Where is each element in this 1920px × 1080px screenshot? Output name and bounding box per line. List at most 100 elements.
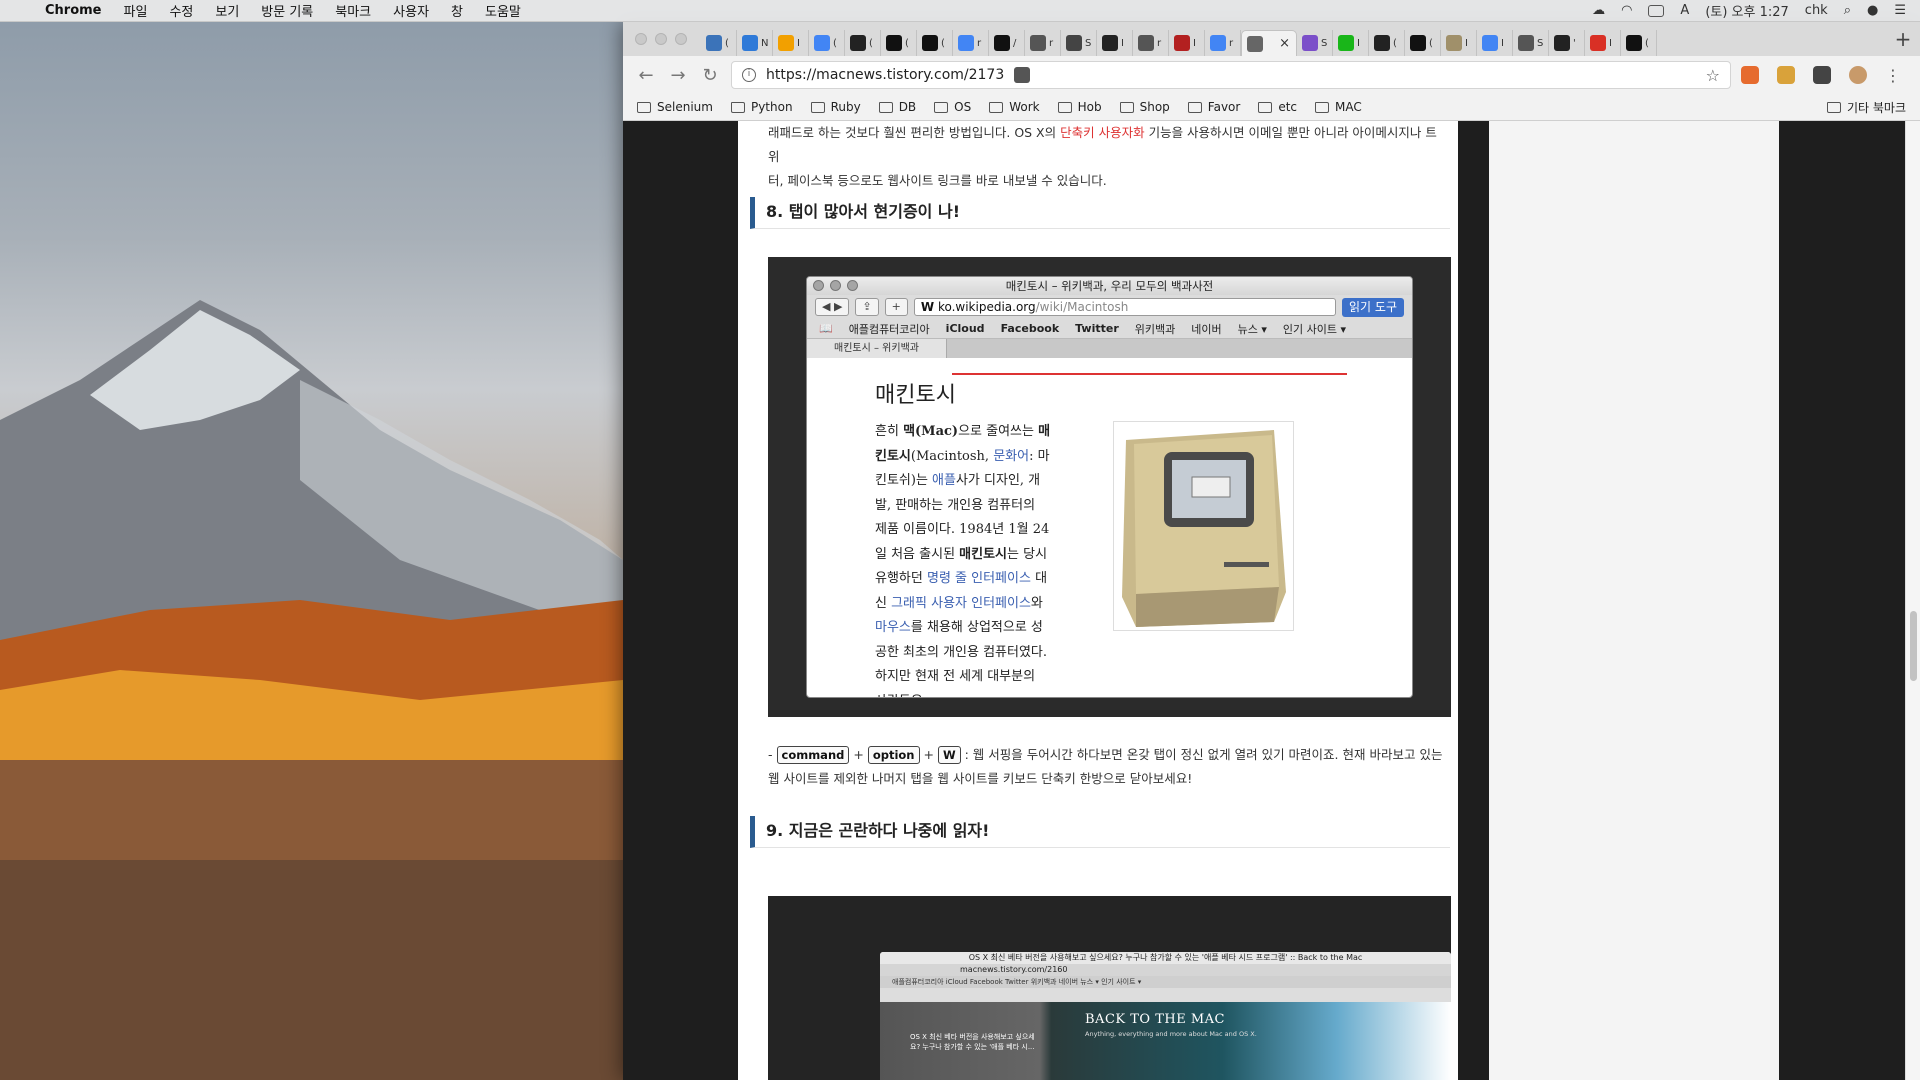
menu-history[interactable]: 방문 기록 [250, 1, 324, 20]
folder-icon [810, 101, 825, 113]
bookmark-label: 기타 북마크 [1846, 100, 1906, 115]
menu-view[interactable]: 보기 [204, 1, 250, 20]
browser-tab[interactable]: I [1169, 30, 1205, 56]
sidebar [1489, 121, 1779, 1080]
url-text[interactable]: https://macnews.tistory.com/2173 [766, 67, 1004, 83]
extension-icon[interactable] [1777, 66, 1795, 84]
browser-tab[interactable]: I [1097, 30, 1133, 56]
browser-tab[interactable]: / [989, 30, 1025, 56]
tab-label: I [1501, 37, 1504, 49]
mini-left-text: OS X 최신 베타 버전을 사용해보고 싶으세요? 누구나 참가할 수 있는 … [910, 1033, 1035, 1051]
browser-tab[interactable]: r [1025, 30, 1061, 56]
bookmark-folder[interactable]: Favor [1187, 100, 1240, 114]
browser-tab[interactable]: S [1297, 30, 1333, 56]
mini-window-title: OS X 최신 베타 버전을 사용해보고 싶으세요? 누구나 참가할 수 있는 … [880, 952, 1451, 964]
menu-help[interactable]: 도움말 [474, 1, 532, 20]
back-arrow-icon[interactable]: ← [635, 65, 657, 86]
wiki-text: 흔히 [875, 424, 904, 439]
browser-tab[interactable]: ( [701, 30, 737, 56]
menu-bar: Chrome 파일 수정 보기 방문 기록 북마크 사용자 창 도움말 ☁ ◠ … [0, 0, 1920, 22]
bookmark-folder[interactable]: etc [1258, 100, 1297, 114]
kbd-w: W [937, 746, 961, 764]
profile-avatar[interactable] [1849, 66, 1867, 84]
bookmark-star-icon[interactable]: ☆ [1706, 66, 1720, 85]
browser-tab[interactable]: I [773, 30, 809, 56]
reload-icon[interactable]: ↻ [699, 65, 721, 86]
globe-icon [742, 35, 758, 51]
spotlight-search-icon[interactable]: ⌕ [1844, 3, 1851, 18]
google-icon [814, 35, 830, 51]
browser-tab[interactable]: ( [1405, 30, 1441, 56]
menu-dots-icon[interactable]: ⋮ [1885, 66, 1901, 85]
browser-tab[interactable]: ' [1549, 30, 1585, 56]
browser-tab[interactable]: r [953, 30, 989, 56]
bookmark-folder[interactable]: OS [934, 100, 971, 114]
browser-tab[interactable]: I [1333, 30, 1369, 56]
browser-tab[interactable]: r [1133, 30, 1169, 56]
browser-tab[interactable]: ( [1621, 30, 1657, 56]
bookmark-folder[interactable]: Work [989, 100, 1040, 114]
menu-window[interactable]: 창 [440, 1, 474, 20]
browser-tab[interactable]: r [1205, 30, 1241, 56]
tab-label: ( [833, 37, 837, 49]
close-window-button[interactable] [635, 33, 647, 45]
new-tab-button[interactable]: + [1886, 27, 1920, 51]
browser-tab[interactable]: ( [881, 30, 917, 56]
notification-center-icon[interactable]: ☰ [1894, 3, 1906, 18]
minimize-window-button[interactable] [655, 33, 667, 45]
bookmark-label: OS [954, 100, 972, 114]
menu-people[interactable]: 사용자 [382, 1, 440, 20]
scrollbar[interactable] [1905, 121, 1920, 1080]
menu-bookmarks[interactable]: 북마크 [324, 1, 382, 20]
bookmark-folder[interactable]: DB [878, 100, 916, 114]
user-name[interactable]: chk [1805, 3, 1828, 18]
bookmark-folder[interactable]: Shop [1119, 100, 1170, 114]
extension-icons: ⋮ [1741, 66, 1915, 85]
loading-progress-bar [952, 373, 1347, 375]
scrollbar-thumb[interactable] [1910, 611, 1917, 681]
browser-tab[interactable]: I [1477, 30, 1513, 56]
extension-icon[interactable] [1813, 66, 1831, 84]
bookmark-folder[interactable]: Python [730, 100, 793, 114]
bookmark-folder[interactable]: Selenium [637, 100, 713, 114]
browser-tab[interactable]: I [1585, 30, 1621, 56]
zoom-window-button[interactable] [675, 33, 687, 45]
close-tab-icon[interactable]: × [1279, 36, 1290, 51]
browser-tab[interactable]: ( [917, 30, 953, 56]
tab-label: I [1193, 37, 1196, 49]
menu-app-name[interactable]: Chrome [34, 3, 113, 18]
bookmark-folder[interactable]: Hob [1057, 100, 1102, 114]
tab-label: I [1121, 37, 1124, 49]
fav-item: Facebook [1000, 322, 1060, 335]
battery-icon[interactable] [1648, 4, 1665, 17]
browser-tab[interactable]: S [1513, 30, 1549, 56]
menu-file[interactable]: 파일 [113, 1, 159, 20]
site-info-icon[interactable]: i [742, 68, 756, 82]
input-source-icon[interactable]: A [1680, 3, 1689, 18]
browser-tab[interactable]: ( [1369, 30, 1405, 56]
bookmark-folder[interactable]: Ruby [810, 100, 861, 114]
wifi-icon[interactable]: ◠ [1621, 3, 1632, 18]
folder-icon [878, 101, 893, 113]
bookmark-folder[interactable]: MAC [1315, 100, 1362, 114]
shortcut-customization-link[interactable]: 단축키 사용자화 [1060, 125, 1144, 140]
blocked-icon[interactable] [1014, 67, 1031, 83]
creative-cloud-icon[interactable]: ☁ [1592, 3, 1605, 18]
folder-icon [934, 101, 949, 113]
tab-label: S [1321, 37, 1328, 49]
clock[interactable]: (토) 오후 1:27 [1705, 1, 1788, 20]
google-icon [1210, 35, 1226, 51]
browser-tab[interactable]: S [1061, 30, 1097, 56]
forward-arrow-icon[interactable]: → [667, 65, 689, 86]
browser-tab[interactable]: I [1441, 30, 1477, 56]
browser-tab[interactable]: ( [809, 30, 845, 56]
web-content: 래패드로 하는 것보다 훨씬 편리한 방법입니다. OS X의 단축키 사용자화… [623, 121, 1905, 1080]
menu-edit[interactable]: 수정 [158, 1, 204, 20]
address-bar[interactable]: i https://macnews.tistory.com/2173 ☆ [731, 61, 1731, 89]
browser-tab[interactable]: N [737, 30, 773, 56]
other-bookmarks[interactable]: 기타 북마크 [1826, 99, 1906, 116]
extension-icon[interactable] [1741, 66, 1759, 84]
browser-tab[interactable]: × [1241, 30, 1297, 56]
browser-tab[interactable]: ( [845, 30, 881, 56]
siri-icon[interactable]: ● [1867, 3, 1878, 18]
